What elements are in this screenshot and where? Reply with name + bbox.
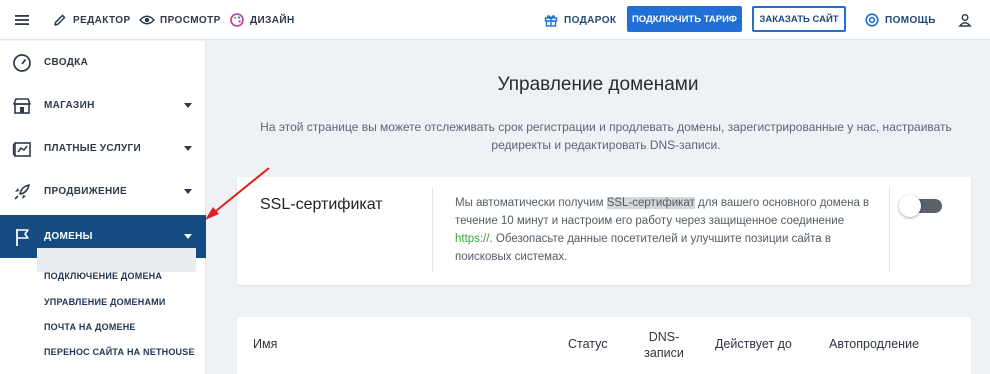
store-icon <box>12 96 32 116</box>
pencil-icon <box>52 12 68 28</box>
sidebar-item-label: СВОДКА <box>44 57 89 68</box>
column-header-dns: DNS-записи <box>644 330 684 360</box>
sidebar-subitem-domain-mail[interactable]: ПОЧТА НА ДОМЕНЕ <box>44 322 136 332</box>
help-link[interactable]: ПОМОЩЬ <box>864 0 936 40</box>
toggle-knob <box>899 195 921 217</box>
ssl-text-part: . Обезопасьте данные посетителей и улучш… <box>455 233 831 263</box>
ssl-card-text: Мы автоматически получим SSL-сертификат … <box>455 194 875 266</box>
sidebar-item-summary[interactable]: СВОДКА <box>0 41 206 84</box>
flag-icon <box>12 227 32 247</box>
order-site-button[interactable]: ЗАКАЗАТЬ САЙТ <box>752 6 846 32</box>
chevron-down-icon <box>184 234 192 239</box>
editor-link[interactable]: РЕДАКТОР <box>52 0 131 40</box>
help-label: ПОМОЩЬ <box>885 14 936 26</box>
ssl-card-title: SSL-сертификат <box>260 196 383 213</box>
sidebar-item-paid-services[interactable]: ПЛАТНЫЕ УСЛУГИ <box>0 127 206 170</box>
design-link[interactable]: ДИЗАЙН <box>229 0 295 40</box>
eye-icon <box>139 12 155 28</box>
sidebar-subitem-site-transfer[interactable]: ПЕРЕНОС САЙТА НА NETHOUSE <box>44 347 195 357</box>
divider <box>889 187 890 273</box>
column-header-valid-until: Действует до <box>715 337 792 351</box>
domains-table: Имя Статус DNS-записи Действует до Автоп… <box>237 317 971 374</box>
ssl-toggle[interactable] <box>899 195 942 217</box>
design-label: ДИЗАЙН <box>250 14 295 26</box>
dashboard-icon <box>12 53 32 73</box>
sidebar-subitem-manage-domains[interactable]: УПРАВЛЕНИЕ ДОМЕНАМИ <box>44 297 166 307</box>
gift-icon <box>543 12 559 28</box>
ssl-text-highlight: SSL-сертификат <box>606 197 695 209</box>
sidebar-item-label: ПРОДВИЖЕНИЕ <box>44 186 127 197</box>
ssl-text-part: Мы автоматически получим <box>455 197 607 209</box>
sidebar: СВОДКА МАГАЗИН ПЛАТНЫЕ УСЛУГИ ПРОДВИЖЕНИ… <box>0 41 206 374</box>
paid-services-icon <box>12 139 32 159</box>
ssl-card: SSL-сертификат Мы автоматически получим … <box>237 177 971 285</box>
palette-icon <box>229 12 245 28</box>
menu-button[interactable] <box>14 0 35 40</box>
chevron-down-icon <box>184 103 192 108</box>
chevron-down-icon <box>184 189 192 194</box>
sidebar-subitem-connect-domain[interactable]: ПОДКЛЮЧЕНИЕ ДОМЕНА <box>44 271 162 281</box>
rocket-icon <box>12 182 32 202</box>
connect-plan-button[interactable]: ПОДКЛЮЧИТЬ ТАРИФ <box>627 6 742 32</box>
column-header-autorenew: Автопродление <box>829 337 920 351</box>
divider <box>432 187 433 273</box>
sidebar-item-label: ДОМЕНЫ <box>44 231 93 242</box>
sidebar-item-label: ПЛАТНЫЕ УСЛУГИ <box>44 143 141 154</box>
column-header-name: Имя <box>253 337 278 351</box>
chevron-down-icon <box>184 146 192 151</box>
editor-label: РЕДАКТОР <box>73 14 131 26</box>
gift-link[interactable]: ПОДАРОК <box>543 0 616 40</box>
lifebuoy-icon <box>864 12 880 28</box>
top-bar: РЕДАКТОР ПРОСМОТР ДИЗАЙН ПОДАРОК ПОДКЛЮЧ… <box>0 0 990 40</box>
preview-link[interactable]: ПРОСМОТР <box>139 0 221 40</box>
account-button[interactable] <box>957 0 978 40</box>
column-header-status: Статус <box>568 337 608 351</box>
sidebar-item-label: МАГАЗИН <box>44 100 95 111</box>
hamburger-icon <box>14 12 30 28</box>
page-title: Управление доменами <box>497 74 699 95</box>
https-text: https:// <box>455 233 490 245</box>
user-icon <box>957 12 973 28</box>
sub-item-highlight <box>37 248 196 272</box>
sidebar-item-store[interactable]: МАГАЗИН <box>0 84 206 127</box>
gift-label: ПОДАРОК <box>564 14 617 26</box>
page-description: На этой странице вы можете отслеживать с… <box>260 120 952 152</box>
sidebar-item-promotion[interactable]: ПРОДВИЖЕНИЕ <box>0 170 206 213</box>
preview-label: ПРОСМОТР <box>160 14 221 26</box>
